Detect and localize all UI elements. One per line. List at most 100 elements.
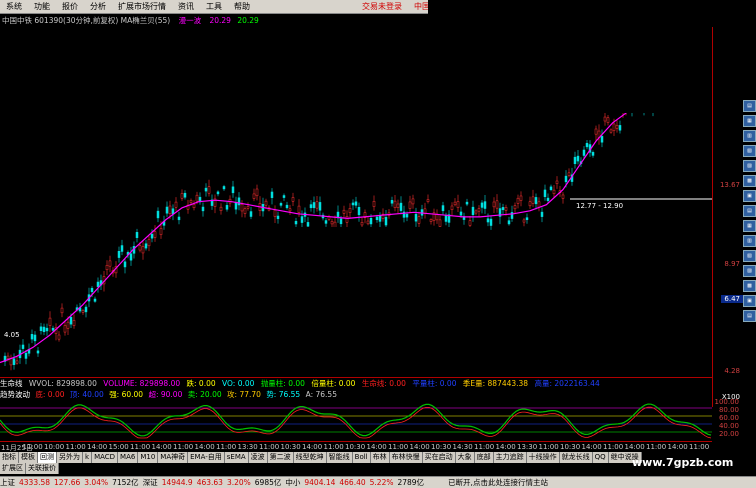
tool-button-9[interactable]: ▦ [743,220,756,232]
indicator-tab[interactable]: MA神奇 [158,452,189,463]
candle [180,193,184,199]
menu-system[interactable]: 系统 [0,0,28,13]
tool-button-5[interactable]: ▨ [743,160,756,172]
extension-tab[interactable]: 扩展区 [0,463,26,474]
candle [69,316,73,325]
indicator-tab[interactable]: k [83,452,93,463]
trend-item: 卖: 20.00 [187,390,222,399]
candle [120,245,124,252]
menu-help[interactable]: 帮助 [228,0,256,13]
indicator-tab[interactable]: Boll [352,452,371,463]
indicator-tab[interactable]: M10 [138,452,159,463]
indicator-tab[interactable]: 就龙长线 [559,452,593,463]
indicator-tab[interactable]: sEMA [224,452,249,463]
indicator-tab[interactable]: 线型乾坤 [293,452,327,463]
vol-title: 生命线 [0,379,23,388]
tool-button-2[interactable]: ▦ [743,115,756,127]
candle [450,205,454,210]
indicator-tab[interactable]: 回测 [38,452,57,463]
menu-tools[interactable]: 工具 [200,0,228,13]
vol-item: VOLUME: 829898.00 [103,379,181,388]
candle [297,205,301,213]
candle [234,202,238,210]
status-bar: 上证 4333.58 127.66 3.04% 7152亿 深证 14944.9… [0,476,756,488]
sh-index-change: 127.66 [54,478,81,487]
menu-ext-market[interactable]: 扩展市场行情 [112,0,172,13]
candle [195,194,199,202]
menu-quote[interactable]: 报价 [56,0,84,13]
sz-index-value: 14944.9 [161,478,193,487]
indicator-tab[interactable]: EMA-自用 [188,452,225,463]
indicator-tab[interactable]: 布林快慢 [389,452,423,463]
connection-status[interactable]: 已断开,点击此处连接行情主站 [448,477,548,488]
indicator-tab[interactable]: 大象 [455,452,475,463]
tool-button-1[interactable]: ▤ [743,100,756,112]
candle [45,327,49,332]
candle [594,128,598,135]
time-label: 14:00 [495,443,516,451]
zx-index-label[interactable]: 中小 [285,477,300,488]
tool-button-13[interactable]: ▩ [743,280,756,292]
candle [108,260,112,267]
indicator-tab[interactable]: MACD [92,452,119,463]
sz-index-change: 463.63 [196,478,223,487]
sz-index-label[interactable]: 深证 [143,477,158,488]
indicator-tab[interactable]: 十线操作 [526,452,560,463]
oscillator-chart[interactable] [0,400,712,440]
candle [147,239,151,247]
tool-button-15[interactable]: ▤ [743,310,756,322]
menu-function[interactable]: 功能 [28,0,56,13]
vol-item: WVOL: 829898.00 [28,379,97,388]
indicator-tab[interactable]: 主力追踪 [493,452,527,463]
zx-index-amount: 2789亿 [397,478,425,487]
candle [393,200,397,208]
tool-button-10[interactable]: ▥ [743,235,756,247]
extension-tabs: 扩展区 关联报价 [0,463,59,474]
indicator-tab[interactable]: 指标 [0,452,19,463]
tool-button-8[interactable]: ▤ [743,205,756,217]
time-label: 10:30 [431,443,452,451]
zx-index-change: 466.40 [339,478,366,487]
tool-button-4[interactable]: ▧ [743,145,756,157]
indicator-tab[interactable]: 买在启动 [422,452,456,463]
candle [582,149,586,156]
indicator-tab[interactable]: QQ [592,452,609,463]
osc-tick: 80.00 [718,406,739,414]
tool-button-6[interactable]: ▩ [743,175,756,187]
indicator-tab[interactable]: 智能线 [326,452,353,463]
candle [42,326,46,333]
tool-button-7[interactable]: ▣ [743,190,756,202]
trend-item: A: 76.55 [305,390,337,399]
indicator-tab[interactable]: 底部 [474,452,494,463]
menu-news[interactable]: 资讯 [172,0,200,13]
indicator-tab[interactable]: 另外为 [57,452,83,463]
candle [366,220,370,225]
indicator-tab[interactable]: MA6 [118,452,139,463]
indicator-tab[interactable]: 凌波 [248,452,268,463]
candle [24,352,28,359]
candle [231,186,235,194]
candle [561,194,565,199]
candle [48,317,52,326]
candle [474,210,478,214]
indicator-tab[interactable]: 第二波 [267,452,294,463]
candle [291,197,295,202]
tool-button-3[interactable]: ▥ [743,130,756,142]
tool-button-12[interactable]: ▨ [743,265,756,277]
candle [246,206,250,209]
low-price-label: 4.05 [4,331,20,339]
candle [537,201,541,208]
indicator-tab[interactable]: 模板 [19,452,38,463]
candle [285,204,289,209]
sh-index-label[interactable]: 上证 [0,477,15,488]
tool-button-11[interactable]: ▧ [743,250,756,262]
extension-tab[interactable]: 关联报价 [26,463,59,474]
tool-button-14[interactable]: ▣ [743,295,756,307]
candle [15,360,19,364]
indicator-tab[interactable]: 布林 [370,452,390,463]
candle [51,327,55,331]
time-label: 10:30 [560,443,581,451]
trend-item: 超: 90.00 [148,390,183,399]
trade-login-status[interactable]: 交易未登录 [356,0,408,13]
menu-analysis[interactable]: 分析 [84,0,112,13]
